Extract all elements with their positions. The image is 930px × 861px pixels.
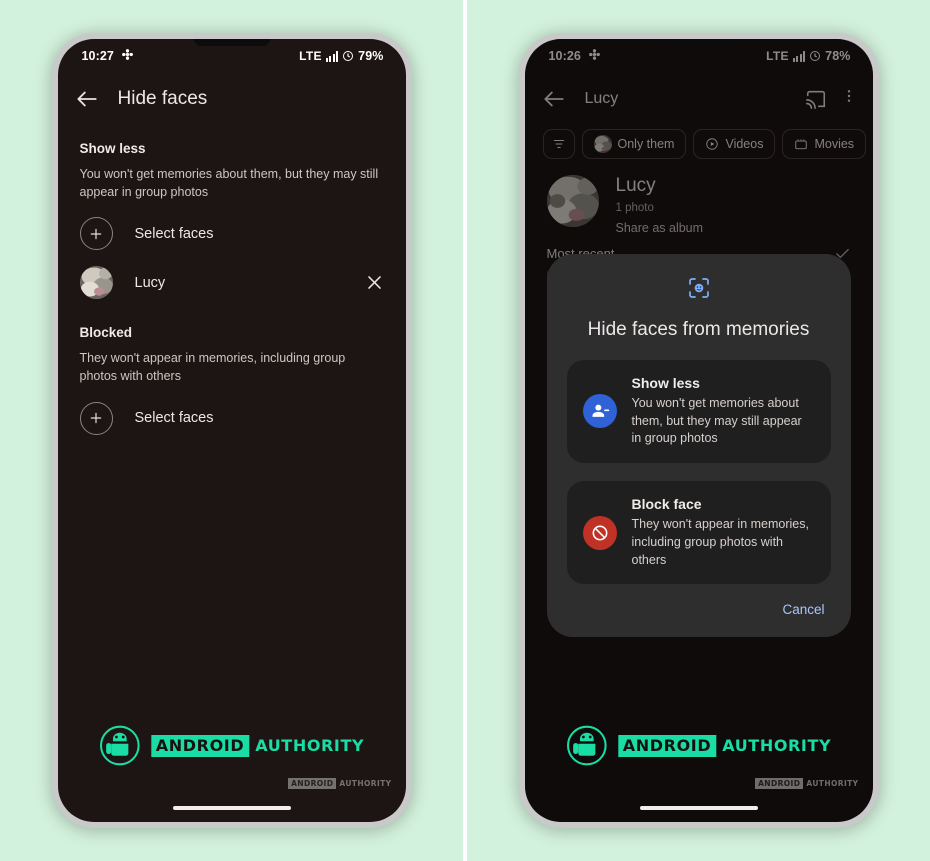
close-icon[interactable] (365, 273, 384, 292)
block-icon (582, 515, 617, 550)
option-description: You won't get memories about them, but t… (631, 395, 802, 446)
face-row-lucy[interactable]: Lucy (58, 250, 406, 300)
camera-notch (192, 39, 271, 46)
corner-watermark-word-one: ANDROID (755, 778, 804, 789)
android-authority-watermark: ANDROID AUTHORITY (99, 725, 364, 766)
back-arrow-icon[interactable] (74, 86, 100, 112)
dialog-actions: Cancel (567, 584, 831, 625)
option-text-block: Block face They won't appear in memories… (632, 496, 815, 569)
plus-icon[interactable] (79, 401, 113, 435)
watermark-text: ANDROID AUTHORITY (150, 734, 365, 757)
select-faces-label: Select faces (134, 225, 214, 242)
left-app-bar: Hide faces (58, 73, 406, 125)
dialog-title: Hide faces from memories (587, 319, 810, 340)
hide-faces-dialog: Hide faces from memories Show less You w (546, 254, 851, 638)
watermark-word-two: AUTHORITY (255, 736, 365, 755)
watermark-word-one: ANDROID (617, 734, 717, 757)
dialog-option-block-face[interactable]: Block face They won't appear in memories… (566, 481, 831, 585)
option-description: They won't appear in memories, including… (631, 517, 809, 567)
watermark-word-one: ANDROID (150, 734, 250, 757)
status-bar-left: 10:27 (82, 48, 134, 64)
select-faces-row-show-less[interactable]: Select faces (58, 201, 406, 251)
signal-bars-icon (325, 51, 339, 62)
right-phone-device: 10:26 LTE 78% Lucy Only them Videos Movi… (518, 33, 879, 828)
gesture-nav-bar[interactable] (639, 806, 758, 810)
person-remove-icon (582, 394, 617, 429)
left-phone-device: 10:27 LTE 79% Hide faces Show less You w… (51, 33, 412, 828)
option-text-block: Show less You won't get memories about t… (632, 375, 815, 448)
battery-percent-label: 79% (358, 49, 384, 63)
network-type-label: LTE (299, 49, 322, 63)
gesture-nav-bar[interactable] (172, 806, 291, 810)
android-authority-logo (566, 725, 607, 766)
camera-notch (659, 39, 738, 46)
left-panel: 10:27 LTE 79% Hide faces Show less You w… (0, 0, 463, 861)
cancel-button[interactable]: Cancel (782, 602, 824, 617)
corner-watermark-word-one: ANDROID (288, 778, 337, 789)
right-phone-screen: 10:26 LTE 78% Lucy Only them Videos Movi… (524, 39, 873, 822)
option-title: Block face (631, 496, 702, 512)
page-title: Hide faces (117, 88, 208, 109)
face-scan-icon (567, 276, 831, 300)
lucy-avatar (79, 266, 113, 300)
battery-saver-icon (342, 50, 354, 62)
section-desc-show-less: You won't get memories about them, but t… (79, 167, 379, 200)
corner-watermark: ANDROID AUTHORITY (755, 778, 858, 789)
status-bar-right: LTE 79% (299, 49, 383, 63)
plus-icon[interactable] (79, 217, 113, 251)
status-time: 10:27 (81, 49, 114, 63)
watermark-text: ANDROID AUTHORITY (617, 734, 832, 757)
section-title-show-less: Show less (79, 141, 146, 156)
android-authority-watermark: ANDROID AUTHORITY (566, 725, 831, 766)
comparison-panels: 10:27 LTE 79% Hide faces Show less You w… (0, 0, 930, 861)
right-panel: 10:26 LTE 78% Lucy Only them Videos Movi… (467, 0, 930, 861)
dialog-option-show-less[interactable]: Show less You won't get memories about t… (566, 359, 831, 463)
corner-watermark-word-two: AUTHORITY (806, 779, 859, 788)
weather-pinwheel-icon (121, 48, 134, 64)
corner-watermark-word-two: AUTHORITY (339, 779, 392, 788)
section-desc-blocked: They won't appear in memories, including… (79, 351, 346, 384)
corner-watermark: ANDROID AUTHORITY (288, 778, 391, 789)
watermark-word-two: AUTHORITY (722, 736, 832, 755)
android-authority-logo (99, 725, 140, 766)
section-title-blocked: Blocked (79, 325, 133, 341)
select-faces-row-blocked[interactable]: Select faces (58, 386, 406, 435)
left-phone-screen: 10:27 LTE 79% Hide faces Show less You w… (57, 39, 406, 822)
option-title: Show less (631, 374, 700, 391)
hide-faces-content: Show less You won't get memories about t… (58, 125, 406, 435)
face-name-label: Lucy (134, 274, 166, 291)
select-faces-label: Select faces (134, 410, 214, 426)
